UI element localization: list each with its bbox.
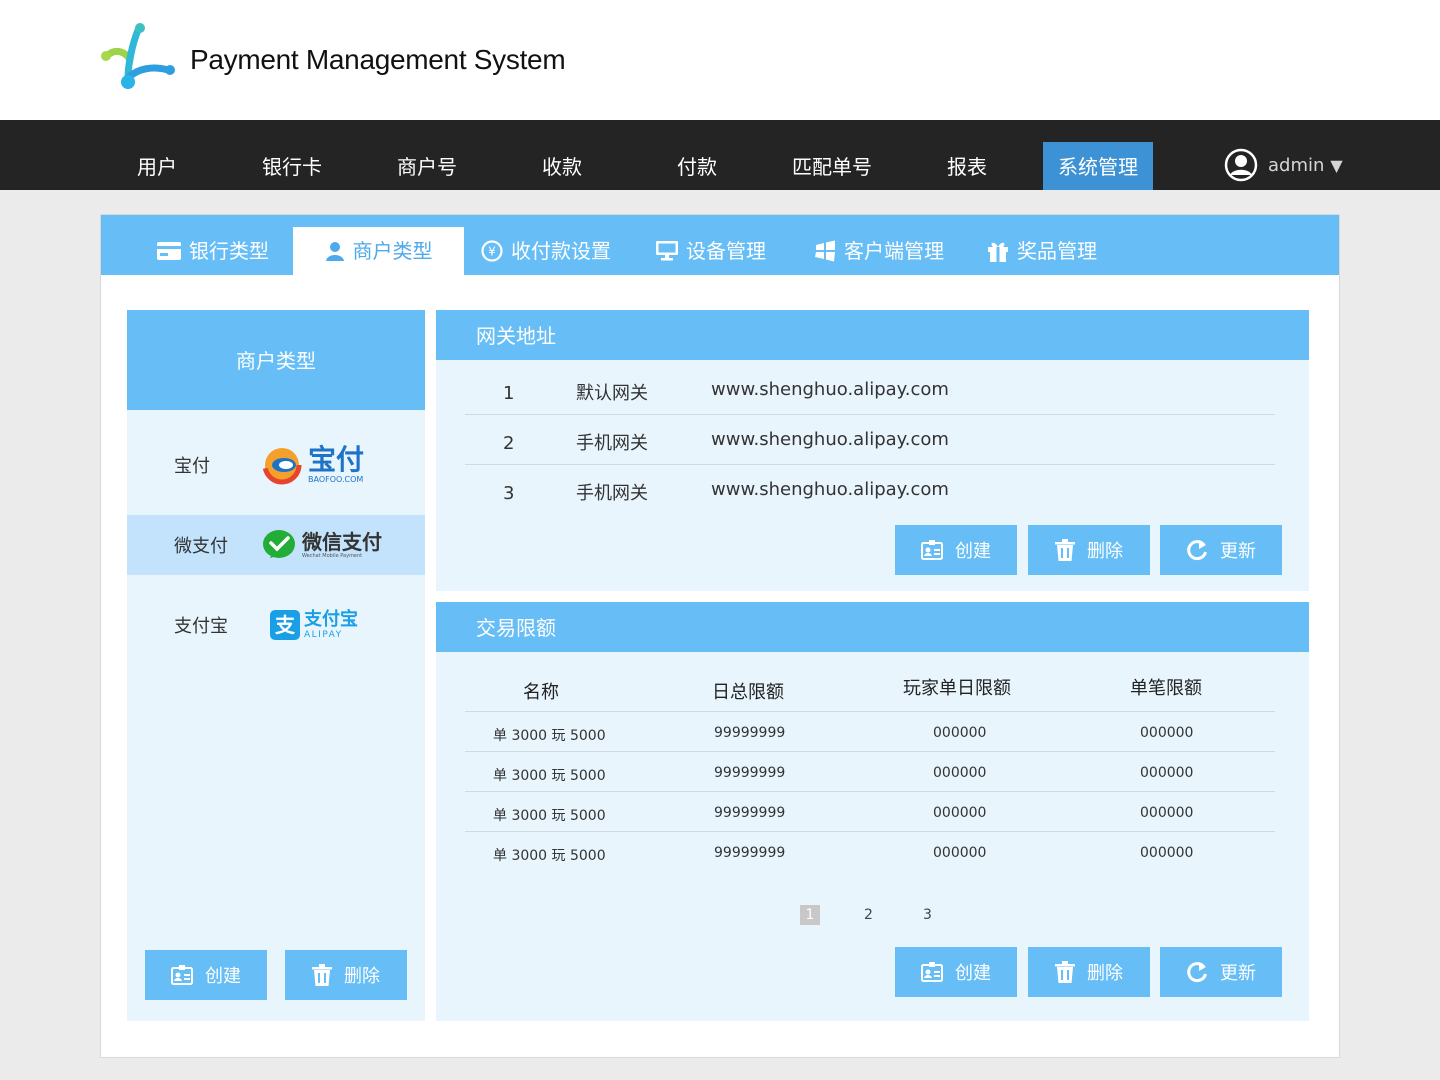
- svg-text:支: 支: [275, 613, 296, 637]
- table-row[interactable]: 单 3000 玩 5000 99999999 000000 000000: [465, 792, 1275, 832]
- id-card-icon: [171, 965, 193, 985]
- nav-item-match-orders[interactable]: 匹配单号: [777, 142, 887, 190]
- user-menu[interactable]: admin ▼: [1224, 148, 1343, 182]
- tab-prize-management[interactable]: 奖品管理: [987, 227, 1097, 275]
- limits-title: 交易限额: [436, 602, 1309, 652]
- nav-item-receipts[interactable]: 收款: [507, 142, 617, 190]
- nav-item-reports[interactable]: 报表: [912, 142, 1022, 190]
- gateway-title: 网关地址: [436, 310, 1309, 360]
- monitor-icon: [656, 241, 678, 261]
- gift-icon: [988, 242, 1008, 262]
- refresh-icon: [1187, 540, 1207, 561]
- app-title: Payment Management System: [190, 44, 566, 75]
- page-button-2[interactable]: 2: [864, 907, 873, 923]
- limits-create-button[interactable]: 创建: [895, 947, 1017, 997]
- card-icon: [157, 242, 181, 260]
- user-circle-icon: [1224, 148, 1258, 182]
- limits-delete-button[interactable]: 删除: [1028, 947, 1150, 997]
- page-button-3[interactable]: 3: [923, 907, 932, 923]
- table-row[interactable]: 1 默认网关 www.shenghuo.alipay.com: [465, 365, 1275, 415]
- nav-item-system-management[interactable]: 系统管理: [1043, 142, 1153, 190]
- limits-table-header: 名称 日总限额 玩家单日限额 单笔限额: [465, 670, 1275, 712]
- table-row[interactable]: 2 手机网关 www.shenghuo.alipay.com: [465, 415, 1275, 465]
- tab-merchant-types[interactable]: 商户类型: [293, 227, 464, 275]
- gateway-create-button[interactable]: 创建: [895, 525, 1017, 575]
- user-name: admin: [1268, 154, 1325, 176]
- tab-bank-types[interactable]: 银行类型: [157, 227, 269, 275]
- table-row[interactable]: 单 3000 玩 5000 99999999 000000 000000: [465, 712, 1275, 752]
- gateway-refresh-button[interactable]: 更新: [1160, 525, 1282, 575]
- tab-device-management[interactable]: 设备管理: [656, 227, 766, 275]
- tab-bar: 银行类型 商户类型 ¥ 收付款设置 设备管理 客户端管理 奖品管理: [101, 215, 1339, 275]
- id-card-icon: [921, 962, 943, 982]
- tab-client-management[interactable]: 客户端管理: [814, 227, 944, 275]
- caret-down-icon[interactable]: ▼: [1330, 156, 1342, 175]
- person-icon: [325, 242, 344, 261]
- limits-refresh-button[interactable]: 更新: [1160, 947, 1282, 997]
- page-button-1[interactable]: 1: [800, 905, 820, 925]
- trash-icon: [1055, 539, 1075, 561]
- tab-payment-settings[interactable]: ¥ 收付款设置: [481, 227, 611, 275]
- table-row[interactable]: 3 手机网关 www.shenghuo.alipay.com: [465, 465, 1275, 515]
- exchange-icon: ¥: [481, 240, 503, 262]
- merchant-item-baofoo[interactable]: 宝付 宝付 BAOFOO.COM: [127, 435, 425, 495]
- nav-item-merchant-ids[interactable]: 商户号: [372, 142, 482, 190]
- baofoo-logo: 宝付 BAOFOO.COM: [262, 445, 364, 485]
- limits-section: 交易限额 名称 日总限额 玩家单日限额 单笔限额 单 3000 玩 5000 9…: [436, 602, 1309, 1021]
- wechat-pay-logo: 微信支付 Wechat Mobile Payment: [262, 528, 382, 562]
- trash-icon: [1055, 961, 1075, 983]
- nav-item-bank-cards[interactable]: 银行卡: [237, 142, 347, 190]
- merchant-create-button[interactable]: 创建: [145, 950, 267, 1000]
- merchant-panel-title: 商户类型: [127, 310, 425, 410]
- merchant-type-panel: 商户类型 宝付 宝付 BAOFOO.COM 微支付 微信支付 Wechat Mo…: [127, 310, 425, 1021]
- refresh-icon: [1187, 962, 1207, 983]
- merchant-item-wechat-pay[interactable]: 微支付 微信支付 Wechat Mobile Payment: [127, 515, 425, 575]
- table-row[interactable]: 单 3000 玩 5000 99999999 000000 000000: [465, 752, 1275, 792]
- nav-item-users[interactable]: 用户: [102, 142, 212, 190]
- table-row[interactable]: 单 3000 玩 5000 99999999 000000 000000: [465, 832, 1275, 872]
- gateway-delete-button[interactable]: 删除: [1028, 525, 1150, 575]
- gateway-section: 网关地址 1 默认网关 www.shenghuo.alipay.com 2 手机…: [436, 310, 1309, 591]
- trash-icon: [312, 964, 332, 986]
- svg-text:¥: ¥: [488, 245, 496, 259]
- windows-icon: [815, 240, 835, 262]
- merchant-delete-button[interactable]: 删除: [285, 950, 407, 1000]
- alipay-logo: 支 支付宝 ALIPAY: [270, 610, 358, 640]
- app-logo: [101, 23, 175, 89]
- nav-item-payments[interactable]: 付款: [642, 142, 752, 190]
- id-card-icon: [921, 540, 943, 560]
- app-header: Payment Management System: [0, 0, 1440, 120]
- merchant-item-alipay[interactable]: 支付宝 支 支付宝 ALIPAY: [127, 595, 425, 655]
- content-panel: 银行类型 商户类型 ¥ 收付款设置 设备管理 客户端管理 奖品管理 商户类型 宝…: [100, 214, 1340, 1058]
